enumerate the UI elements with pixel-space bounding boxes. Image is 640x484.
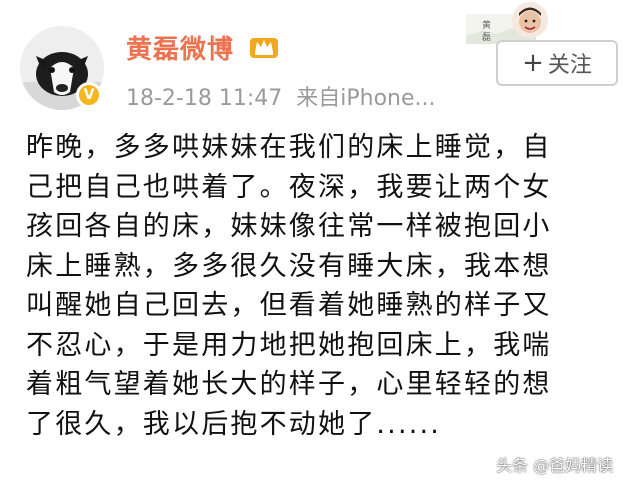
- post-text: 昨晚，多多哄妹妹在我们的床上睡觉，自 己把自己也哄着了。夜深，我要让两个女 孩回…: [26, 128, 622, 444]
- svg-text:磊: 磊: [482, 32, 491, 43]
- post-source[interactable]: 来自iPhone...: [296, 86, 435, 111]
- follow-button[interactable]: + 关注: [496, 40, 618, 86]
- post-text-line: 了很久，我以后抱不动她了......: [26, 408, 442, 440]
- post-text-line: 着粗气望着她长大的样子，心里轻轻的想: [26, 369, 552, 400]
- post-meta: 18-2-18 11:47 来自iPhone...: [126, 80, 436, 112]
- plus-icon: +: [522, 48, 544, 78]
- decorative-face-sticker: [512, 2, 548, 38]
- follow-button-label: 关注: [547, 53, 592, 78]
- post-timestamp: 18-2-18 11:47: [126, 86, 283, 111]
- svg-text:黄: 黄: [482, 19, 491, 31]
- verified-v-icon: V: [76, 82, 102, 108]
- post-text-line: 孩回各自的床，妹妹像往常一样被抱回小: [26, 211, 552, 242]
- watermark: 头条 @爸妈精读: [496, 456, 614, 475]
- post-text-line: 床上睡熟，多多很久没有睡大床，我本想: [26, 250, 552, 282]
- post-text-line: 昨晚，多多哄妹妹在我们的床上睡觉，自: [26, 132, 552, 163]
- post-text-line: 己把自己也哄着了。夜深，我要让两个女: [26, 171, 552, 203]
- post-text-line: 不忍心，于是用力地把她抱回床上，我喘: [26, 329, 552, 361]
- weibo-post: 黄 磊 V 黄磊微博 18-2-18 11:47 来自iPhone... + 关…: [0, 0, 640, 484]
- vip-crown-icon: [250, 38, 278, 58]
- username[interactable]: 黄磊微博: [126, 29, 234, 66]
- post-text-line: 叫醒她自己回去，但看着她睡熟的样子又: [26, 290, 552, 321]
